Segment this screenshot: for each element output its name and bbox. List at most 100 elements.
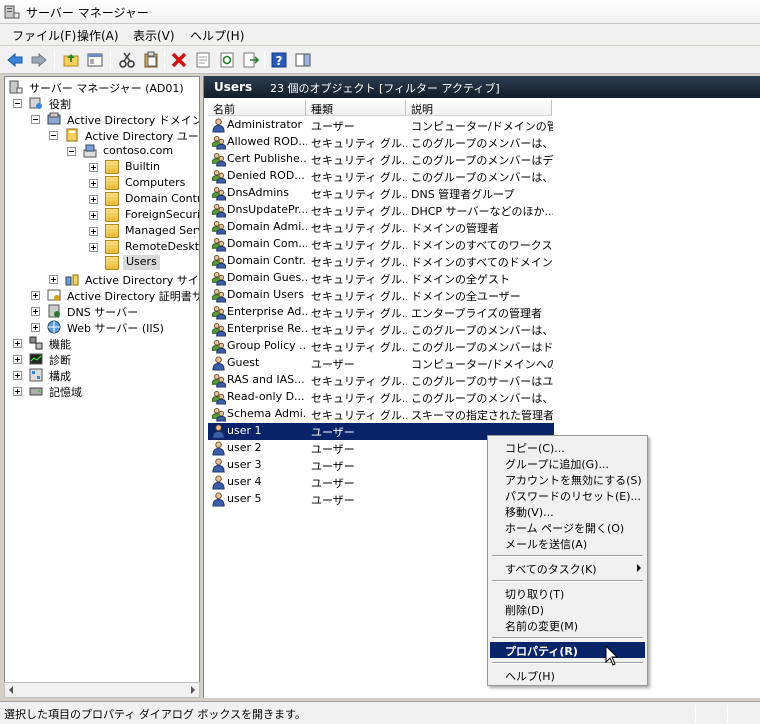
delete-icon[interactable] <box>170 51 188 69</box>
group-icon <box>212 237 226 252</box>
group-icon <box>212 152 226 167</box>
list-item[interactable]: Domain Com... セキュリティ グル... ドメインのすべてのワークステ.… <box>208 236 554 253</box>
expand-toggle[interactable] <box>13 371 22 380</box>
menu-item-open-home-page[interactable]: ホーム ページを開く(O) <box>490 519 645 535</box>
cell-type: セキュリティ グル... <box>311 188 407 201</box>
menu-separator <box>492 662 643 664</box>
menu-action[interactable]: 操作(A) <box>77 27 119 44</box>
expand-toggle[interactable] <box>89 195 98 204</box>
expand-toggle[interactable] <box>89 163 98 172</box>
back-arrow-icon[interactable] <box>6 51 24 69</box>
menu-item-copy[interactable]: コピー(C)... <box>490 439 645 455</box>
menu-view[interactable]: 表示(V) <box>133 27 175 44</box>
expand-toggle[interactable] <box>13 387 22 396</box>
forward-arrow-icon[interactable] <box>30 51 48 69</box>
list-item[interactable]: Denied ROD... セキュリティ グル... このグループのメンバーは、ド.… <box>208 168 554 185</box>
cell-description: このグループのメンバーは、ド... <box>411 137 553 150</box>
up-folder-icon[interactable] <box>62 51 80 69</box>
group-icon <box>212 186 226 201</box>
show-hide-console-tree-icon[interactable] <box>86 51 104 69</box>
cell-name: Read-only D... <box>227 390 305 403</box>
roles-icon <box>29 97 42 109</box>
list-item[interactable]: Domain Gues... セキュリティ グル... ドメインの全ゲスト <box>208 270 554 287</box>
tree-label: DNS サーバー <box>67 306 139 319</box>
cell-description: このグループのサーバーはユ... <box>411 375 553 388</box>
menu-item-properties[interactable]: プロパティ(R) <box>490 642 645 658</box>
list-item[interactable]: DnsUpdatePr... セキュリティ グル... DHCP サーバーなどのほか… <box>208 202 554 219</box>
list-item[interactable]: Guest ユーザー コンピューター/ドメインへの... <box>208 355 554 372</box>
results-pane[interactable]: Users 23 個のオブジェクト [フィルター アクティブ] 名前 種類 説明… <box>203 76 760 698</box>
domain-icon <box>83 144 97 158</box>
action-pane-icon[interactable] <box>294 51 312 69</box>
menu-file[interactable]: ファイル(F) <box>12 27 76 44</box>
ou-folder-icon <box>105 240 119 254</box>
context-menu: コピー(C)... グループに追加(G)... アカウントを無効にする(S) パ… <box>487 435 648 686</box>
cell-description: スキーマの指定された管理者 <box>411 409 553 422</box>
cell-name: RAS and IAS... <box>227 373 305 386</box>
help-icon[interactable]: ? <box>270 51 288 69</box>
expand-toggle[interactable] <box>13 339 22 348</box>
menu-item-rename[interactable]: 名前の変更(M) <box>490 617 645 633</box>
paste-icon[interactable] <box>142 51 160 69</box>
features-icon <box>29 336 43 350</box>
tree-label: サーバー マネージャー (AD01) <box>29 82 184 95</box>
collapse-toggle[interactable] <box>67 147 76 156</box>
list-item[interactable]: Domain Contr... セキュリティ グル... ドメインのすべてのドメイン… <box>208 253 554 270</box>
list-item[interactable]: Domain Admi... セキュリティ グル... ドメインの管理者 <box>208 219 554 236</box>
list-item[interactable]: Group Policy ... セキュリティ グル... このグループのメンバーは… <box>208 338 554 355</box>
menu-item-reset-password[interactable]: パスワードのリセット(E)... <box>490 487 645 503</box>
column-header-type[interactable]: 種類 <box>306 100 406 116</box>
menu-separator <box>492 637 643 639</box>
menu-item-send-mail[interactable]: メールを送信(A) <box>490 535 645 551</box>
menu-item-disable-account[interactable]: アカウントを無効にする(S) <box>490 471 645 487</box>
list-item[interactable]: DnsAdmins セキュリティ グル... DNS 管理者グループ <box>208 185 554 202</box>
window-title: サーバー マネージャー <box>26 6 149 20</box>
expand-toggle[interactable] <box>89 227 98 236</box>
expand-toggle[interactable] <box>49 275 58 284</box>
menu-item-cut[interactable]: 切り取り(T) <box>490 585 645 601</box>
list-item[interactable]: Administrator ユーザー コンピューター/ドメインの管... <box>208 117 554 134</box>
column-header-name[interactable]: 名前 <box>208 100 306 116</box>
list-item[interactable]: Allowed ROD... セキュリティ グル... このグループのメンバーは、ド… <box>208 134 554 151</box>
menu-help[interactable]: ヘルプ(H) <box>190 27 244 44</box>
list-item[interactable]: Enterprise Ad... セキュリティ グル... エンタープライズの管理者 <box>208 304 554 321</box>
refresh-icon[interactable] <box>218 51 236 69</box>
cell-name: Enterprise Ad... <box>227 305 307 318</box>
expand-toggle[interactable] <box>31 323 40 332</box>
expand-toggle[interactable] <box>89 243 98 252</box>
expand-toggle[interactable] <box>89 211 98 220</box>
folder-icon <box>105 176 119 190</box>
console-tree[interactable]: サーバー マネージャー (AD01) 役割 Active Directory ド… <box>4 76 200 698</box>
list-item[interactable]: Cert Publishe... セキュリティ グル... このグループのメンバーは… <box>208 151 554 168</box>
list-item[interactable]: RAS and IAS... セキュリティ グル... このグループのサーバーはユ.… <box>208 372 554 389</box>
mouse-cursor-icon <box>605 645 619 666</box>
menu-item-move[interactable]: 移動(V)... <box>490 503 645 519</box>
toolbar: ? <box>0 46 760 74</box>
collapse-toggle[interactable] <box>49 131 58 140</box>
group-icon <box>212 288 226 303</box>
expand-toggle[interactable] <box>89 179 98 188</box>
list-item[interactable]: Domain Users セキュリティ グル... ドメインの全ユーザー <box>208 287 554 304</box>
collapse-toggle[interactable] <box>13 99 22 108</box>
expand-toggle[interactable] <box>13 355 22 364</box>
list-item[interactable]: Read-only D... セキュリティ グル... このグループのメンバーは、ド… <box>208 389 554 406</box>
properties-icon[interactable] <box>194 51 212 69</box>
cut-icon[interactable] <box>118 51 136 69</box>
expand-toggle[interactable] <box>31 307 40 316</box>
scroll-left-arrow-icon[interactable] <box>9 686 13 694</box>
collapse-toggle[interactable] <box>31 115 40 124</box>
expand-toggle[interactable] <box>31 291 40 300</box>
menu-item-add-to-group[interactable]: グループに追加(G)... <box>490 455 645 471</box>
tree-horizontal-scrollbar[interactable] <box>4 682 200 698</box>
menu-item-delete[interactable]: 削除(D) <box>490 601 645 617</box>
list-item[interactable]: Enterprise Re... セキュリティ グル... このグループのメンバーは… <box>208 321 554 338</box>
export-list-icon[interactable] <box>242 51 260 69</box>
menu-item-help[interactable]: ヘルプ(H) <box>490 667 645 683</box>
cell-description: このグループのメンバーはドメ... <box>411 341 553 354</box>
scroll-right-arrow-icon[interactable] <box>191 686 195 694</box>
tree-label: 機能 <box>49 338 71 351</box>
list-item[interactable]: Schema Admi... セキュリティ グル... スキーマの指定された管理者 <box>208 406 554 423</box>
column-header-description[interactable]: 説明 <box>406 100 552 116</box>
user-icon <box>212 118 225 133</box>
menu-item-all-tasks[interactable]: すべてのタスク(K) <box>490 560 645 576</box>
